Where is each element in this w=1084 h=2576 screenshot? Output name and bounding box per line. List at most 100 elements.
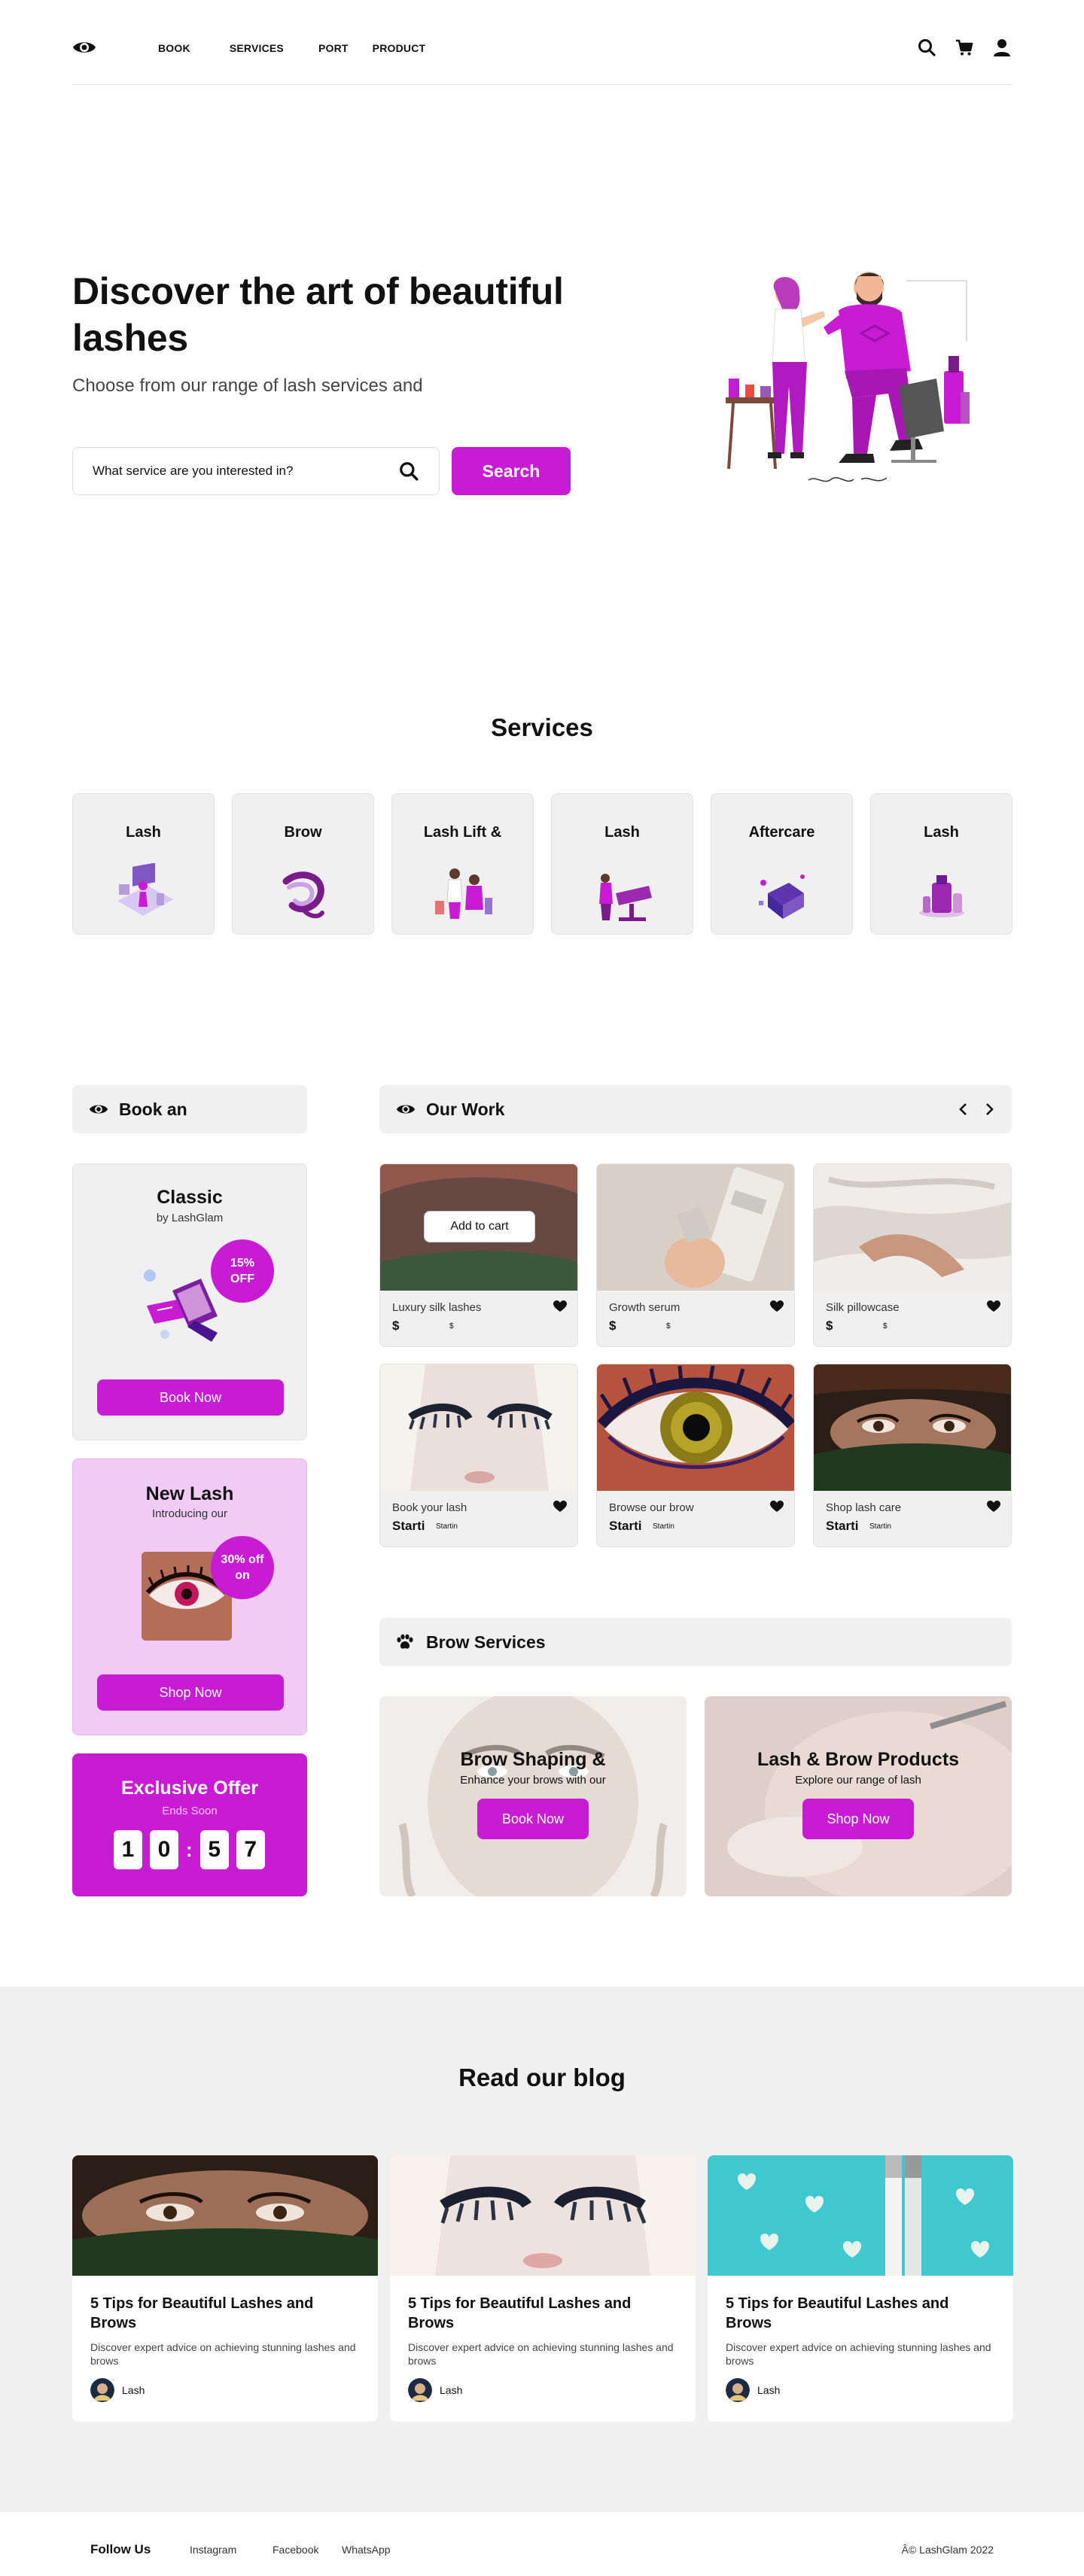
- product-card[interactable]: Shop lash care Starti Startin: [813, 1364, 1012, 1547]
- product-image: [597, 1164, 794, 1291]
- product-card[interactable]: Silk pillowcase $ $: [813, 1163, 1012, 1347]
- new-lash-card: New Lash Introducing our 30% off on Shop …: [72, 1458, 307, 1735]
- product-price-note: Startin: [436, 1522, 458, 1531]
- product-price: $: [609, 1318, 617, 1333]
- shop-now-button[interactable]: Shop Now: [802, 1799, 914, 1839]
- blog-image: [390, 2155, 696, 2276]
- discount-badge: 30% off on: [211, 1536, 274, 1599]
- heart-icon[interactable]: [770, 1300, 784, 1312]
- service-label: Lash: [924, 824, 959, 841]
- service-label: Aftercare: [748, 824, 815, 841]
- brow-section-header: Brow Services: [379, 1618, 1012, 1666]
- product-price-note: $: [449, 1322, 454, 1331]
- book-now-button[interactable]: Book Now: [97, 1379, 284, 1416]
- service-label: Brow: [284, 824, 322, 841]
- heart-icon[interactable]: [987, 1501, 1000, 1513]
- product-name: Browse our brow: [609, 1501, 694, 1514]
- search-icon[interactable]: [917, 38, 936, 57]
- service-card-lash-product[interactable]: Lash: [870, 793, 1012, 935]
- brow-section-title: Brow Services: [426, 1632, 546, 1652]
- chevron-right-icon[interactable]: [983, 1100, 995, 1118]
- blog-post-desc: Discover expert advice on achieving stun…: [726, 2341, 991, 2367]
- product-image: [814, 1164, 1011, 1291]
- lash-chair-icon: [598, 874, 652, 921]
- author-avatar: [726, 2378, 750, 2402]
- footer-link-facebook[interactable]: Facebook: [273, 2544, 318, 2556]
- countdown-timer: 1 0 : 5 7: [114, 1830, 273, 1869]
- book-section-header: Book an: [72, 1085, 307, 1133]
- product-price-note: $: [883, 1322, 888, 1331]
- search-button[interactable]: Search: [452, 447, 571, 495]
- blog-post-title[interactable]: 5 Tips for Beautiful Lashes and Brows: [408, 2294, 679, 2333]
- product-card[interactable]: Add to cart Luxury silk lashes $ $: [379, 1163, 578, 1347]
- product-price-note: Startin: [869, 1522, 891, 1531]
- hero-title: Discover the art of beautiful lashes: [72, 270, 564, 359]
- product-name: Shop lash care: [826, 1501, 902, 1514]
- nav-services[interactable]: SERVICES: [230, 42, 284, 54]
- product-card[interactable]: Growth serum $ $: [596, 1163, 795, 1347]
- follow-us-label: Follow Us: [90, 2542, 151, 2556]
- heart-icon[interactable]: [987, 1300, 1000, 1312]
- offer-subtitle: Ends Soon: [162, 1805, 218, 1817]
- product-card[interactable]: Browse our brow Starti Startin: [596, 1364, 795, 1547]
- nav-book[interactable]: BOOK: [158, 42, 190, 54]
- copyright-text: Â© LashGlam 2022: [901, 2544, 994, 2556]
- classic-title: Classic: [157, 1187, 223, 1208]
- product-image: [597, 1364, 794, 1491]
- countdown-separator: :: [186, 1838, 193, 1861]
- countdown-digit: 1: [114, 1830, 142, 1869]
- blog-post-desc: Discover expert advice on achieving stun…: [90, 2341, 356, 2367]
- blog-post-title[interactable]: 5 Tips for Beautiful Lashes and Brows: [90, 2294, 361, 2333]
- service-card-lash[interactable]: Lash: [72, 793, 215, 935]
- author-name: Lash: [122, 2384, 145, 2396]
- lash-artist-illustration: [726, 272, 970, 482]
- classic-offer-card: Classic by LashGlam 15% OFF Book Now: [72, 1163, 307, 1440]
- service-card-lash-lift[interactable]: Lash Lift &: [391, 793, 534, 935]
- footer-link-whatsapp[interactable]: WhatsApp: [342, 2544, 391, 2556]
- lash-lift-icon: [434, 868, 492, 919]
- book-section-title: Book an: [119, 1099, 187, 1119]
- classic-subtitle: by LashGlam: [156, 1212, 224, 1224]
- lash-brow-products-card: Lash & Brow Products Explore our range o…: [705, 1696, 1012, 1896]
- add-to-cart-button[interactable]: Add to cart: [424, 1211, 535, 1242]
- blog-card[interactable]: 5 Tips for Beautiful Lashes and Brows Di…: [708, 2155, 1013, 2422]
- chevron-left-icon[interactable]: [958, 1100, 970, 1118]
- header-icons: [917, 38, 1012, 57]
- service-card-lash-chair[interactable]: Lash: [551, 793, 693, 935]
- eye-logo-icon[interactable]: [72, 38, 96, 56]
- service-search-input[interactable]: [93, 464, 379, 479]
- product-card[interactable]: Book your lash Starti Startin: [379, 1364, 578, 1547]
- brow-card-subtitle: Enhance your brows with our: [460, 1774, 606, 1787]
- eye-icon: [89, 1105, 108, 1114]
- heart-icon[interactable]: [553, 1501, 567, 1513]
- author-avatar: [408, 2378, 432, 2402]
- product-name: Silk pillowcase: [826, 1301, 900, 1314]
- heart-icon[interactable]: [553, 1300, 567, 1312]
- brow-swirl-icon: [282, 871, 324, 919]
- service-card-brow[interactable]: Brow: [232, 793, 374, 935]
- blog-card[interactable]: 5 Tips for Beautiful Lashes and Brows Di…: [390, 2155, 696, 2422]
- site-header: BOOK SERVICES PORT PRODUCT: [72, 0, 1012, 85]
- heart-icon[interactable]: [770, 1501, 784, 1513]
- nav-product[interactable]: PRODUCT: [373, 42, 426, 54]
- product-image: [814, 1364, 1011, 1491]
- brow-card-title: Brow Shaping &: [460, 1749, 606, 1770]
- search-icon[interactable]: [398, 461, 419, 482]
- service-card-aftercare[interactable]: Aftercare: [711, 793, 853, 935]
- cart-icon[interactable]: [955, 38, 974, 57]
- service-label: Lash Lift &: [423, 824, 502, 841]
- nav-port[interactable]: PORT: [318, 42, 349, 54]
- book-now-button[interactable]: Book Now: [477, 1799, 589, 1839]
- blog-card[interactable]: 5 Tips for Beautiful Lashes and Brows Di…: [72, 2155, 378, 2422]
- service-label: Lash: [126, 824, 161, 841]
- services-title: Services: [491, 713, 593, 741]
- blog-post-desc: Discover expert advice on achieving stun…: [408, 2341, 674, 2367]
- blog-post-title[interactable]: 5 Tips for Beautiful Lashes and Brows: [726, 2294, 997, 2333]
- user-icon[interactable]: [992, 38, 1012, 57]
- shop-now-button[interactable]: Shop Now: [97, 1674, 284, 1711]
- discount-badge: 15% OFF: [211, 1239, 274, 1303]
- product-price-note: Startin: [653, 1522, 674, 1531]
- footer-link-instagram[interactable]: Instagram: [190, 2544, 236, 2556]
- new-lash-subtitle: Introducing our: [151, 1507, 228, 1520]
- product-name: Luxury silk lashes: [392, 1301, 482, 1314]
